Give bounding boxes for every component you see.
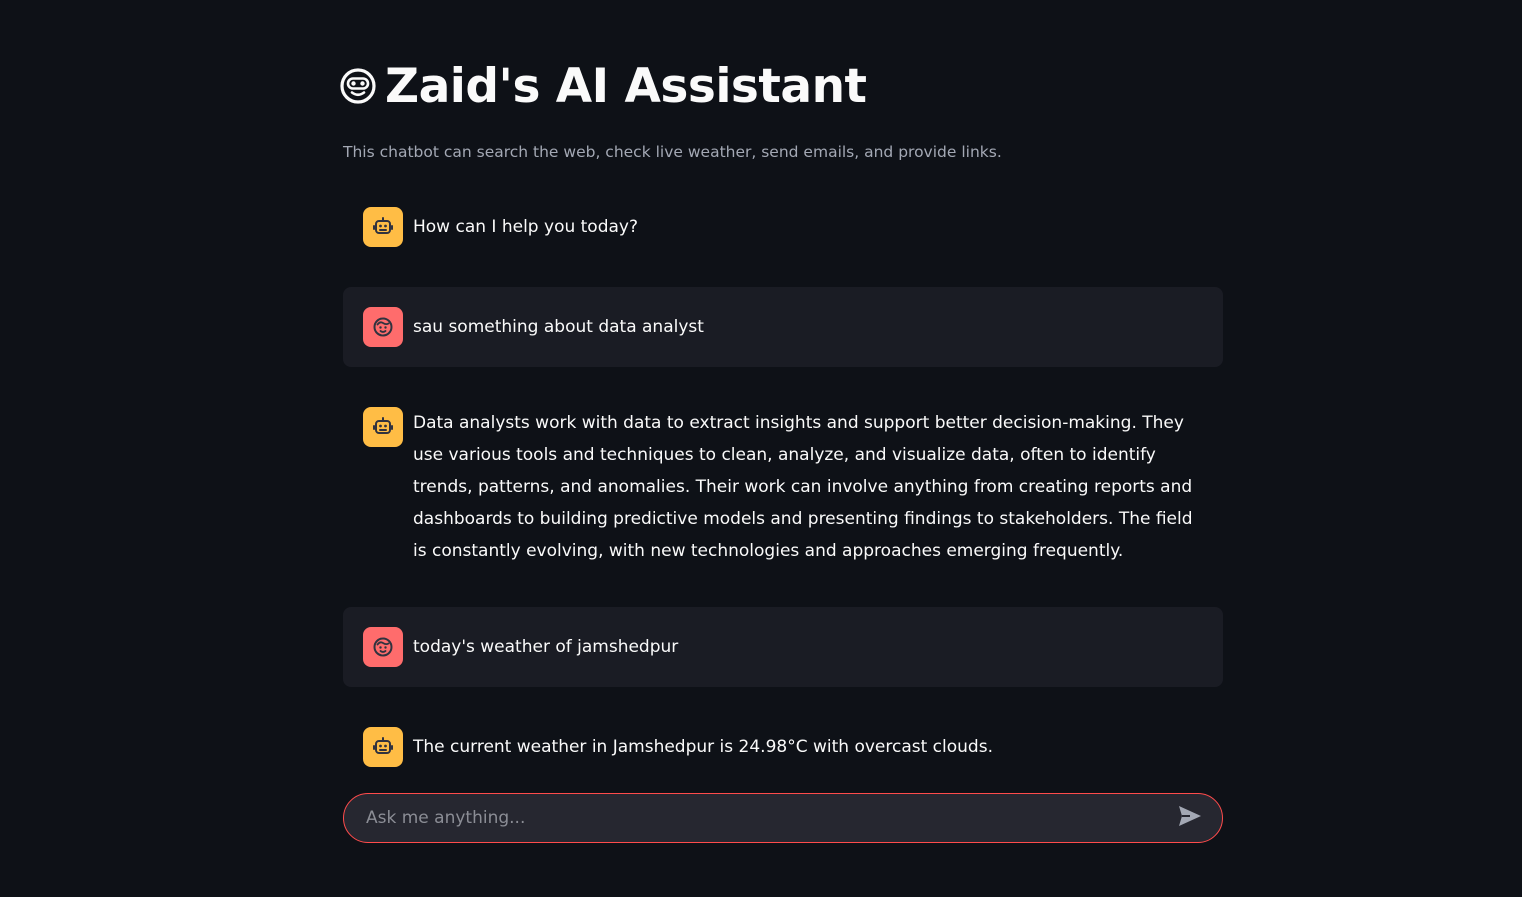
user-face-icon (363, 307, 403, 347)
header: Zaid's AI Assistant (339, 54, 867, 118)
chat-input-container[interactable] (343, 793, 1223, 843)
page-subtitle: This chatbot can search the web, check l… (343, 143, 1002, 161)
bot-icon (363, 727, 403, 767)
message-text: How can I help you today? (413, 217, 639, 237)
message-text: sau something about data analyst (413, 317, 704, 337)
chat-message-assistant: Data analysts work with data to extract … (343, 407, 1223, 567)
message-text: The current weather in Jamshedpur is 24.… (413, 737, 993, 757)
app-page: Zaid's AI Assistant This chatbot can sea… (0, 0, 1522, 897)
chat-message-assistant: The current weather in Jamshedpur is 24.… (343, 727, 1223, 767)
user-face-icon (363, 627, 403, 667)
message-text: Data analysts work with data to extract … (413, 413, 1193, 561)
chat-message-user: today's weather of jamshedpur (343, 607, 1223, 687)
chat-message-assistant: How can I help you today? (343, 207, 1223, 247)
send-icon (1178, 805, 1202, 831)
robot-face-icon (339, 67, 377, 105)
send-button[interactable] (1176, 804, 1204, 832)
bot-icon (363, 207, 403, 247)
page-title: Zaid's AI Assistant (385, 58, 867, 114)
bot-icon (363, 407, 403, 447)
chat-message-user: sau something about data analyst (343, 287, 1223, 367)
message-text: today's weather of jamshedpur (413, 637, 679, 657)
chat-input[interactable] (364, 807, 1176, 829)
